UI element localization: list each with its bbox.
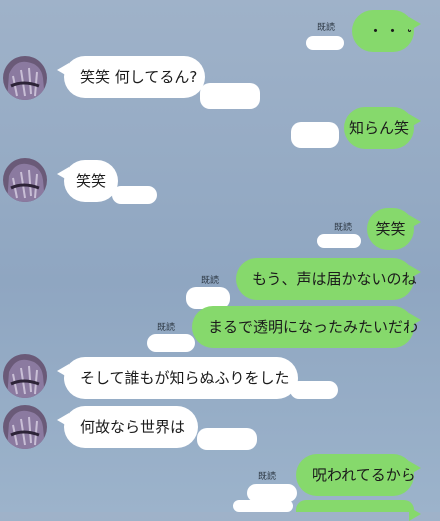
read-receipt: 既読 [258,472,277,482]
read-receipt: 既読 [317,23,336,33]
message-bubble-out[interactable]: 笑笑 [367,208,421,250]
timestamp-redacted [306,36,344,50]
message-bubble-in[interactable]: 何故なら世界は [57,406,198,448]
message-bubble-out[interactable]: ・・・ [352,10,421,52]
message-bubble-out[interactable]: もう、声は届かないのね [236,258,421,300]
avatar[interactable] [3,56,47,100]
message-bubble-in[interactable]: そして誰もが知らぬふりをした [57,357,298,399]
timestamp-redacted [290,381,338,399]
avatar[interactable] [3,405,47,449]
message-bubble-out[interactable]: まるで透明になったみたいだわ [192,306,421,348]
timestamp-redacted [200,83,260,109]
avatar[interactable] [3,354,47,398]
read-receipt: 既読 [157,323,176,333]
read-receipt: 既読 [201,276,220,286]
timestamp-redacted [147,334,195,352]
timestamp-redacted [233,500,293,512]
message-bubble-out[interactable]: 呪われてるから [296,454,421,496]
timestamp-redacted [197,428,257,450]
read-receipt: 既読 [334,223,353,233]
avatar[interactable] [3,158,47,202]
timestamp-redacted [291,122,339,148]
message-bubble-out[interactable]: 知らん笑 [344,107,421,149]
timestamp-redacted [317,234,361,248]
message-bubble-in[interactable]: 笑笑 [57,160,118,202]
message-bubble-out-partial[interactable] [296,500,421,521]
timestamp-redacted [112,186,157,204]
message-bubble-in[interactable]: 笑笑 何してるん? [57,56,205,98]
